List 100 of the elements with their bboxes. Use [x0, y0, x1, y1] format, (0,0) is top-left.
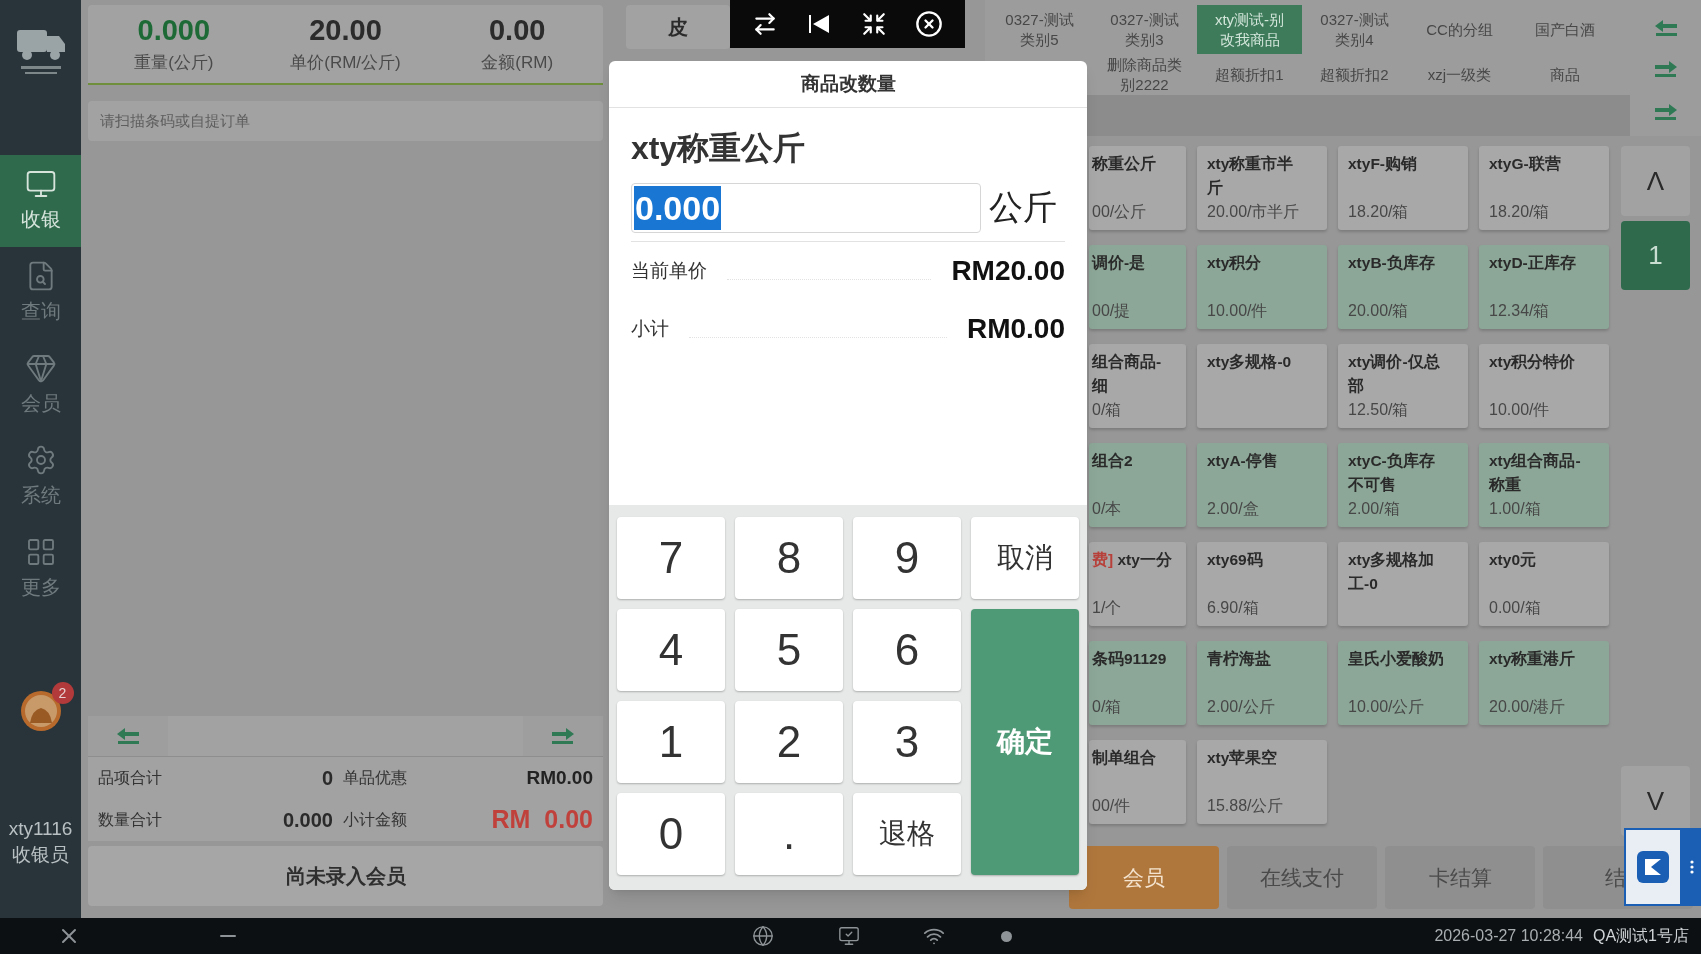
- category-tab[interactable]: 超额折扣2: [1302, 54, 1407, 95]
- keypad-key[interactable]: 4: [617, 609, 725, 691]
- product-card[interactable]: xty多规格加工-0: [1338, 542, 1468, 626]
- keypad-key[interactable]: 8: [735, 517, 843, 599]
- product-card[interactable]: 组合2 0/本: [1089, 443, 1186, 527]
- floating-widget[interactable]: [1624, 828, 1682, 906]
- confirm-button[interactable]: 确定: [971, 609, 1079, 875]
- product-price: 18.20/箱: [1348, 202, 1410, 222]
- category-tab[interactable]: xty测试-别改我商品: [1197, 5, 1302, 54]
- product-card[interactable]: 青柠海盐 2.00/公斤: [1197, 641, 1327, 725]
- sidebar-item[interactable]: 系统: [0, 431, 81, 523]
- product-price: 2.00/箱: [1348, 499, 1401, 519]
- category-tab[interactable]: 0327-测试类别3: [1092, 5, 1197, 54]
- keypad-key[interactable]: .: [735, 793, 843, 875]
- category-tab[interactable]: 0327-测试类别4: [1302, 5, 1407, 54]
- product-card[interactable]: xty称重市半斤 20.00/市半斤: [1197, 146, 1327, 230]
- product-name: xty多规格加工-0: [1348, 550, 1436, 594]
- product-card[interactable]: xty苹果空 15.88/公斤: [1197, 740, 1327, 824]
- product-card[interactable]: xtyF-购销 18.20/箱: [1338, 146, 1468, 230]
- product-price: 18.20/箱: [1489, 202, 1551, 222]
- keypad-key[interactable]: 退格: [853, 793, 961, 875]
- sidebar-item[interactable]: 会员: [0, 339, 81, 431]
- tare-button[interactable]: 皮: [626, 5, 730, 49]
- product-card[interactable]: 制单组合 00/件: [1089, 740, 1186, 824]
- category-tab[interactable]: 商品: [1512, 54, 1617, 95]
- product-price: 00/公斤: [1092, 202, 1148, 222]
- product-card[interactable]: xty69码 6.90/箱: [1197, 542, 1327, 626]
- keypad-key[interactable]: 取消: [971, 517, 1079, 599]
- stat-label: 重量(公斤): [134, 52, 214, 75]
- product-card[interactable]: xty积分特价 10.00/件: [1479, 344, 1609, 428]
- product-card[interactable]: xtyD-正库存 12.34/箱: [1479, 245, 1609, 329]
- keypad-key[interactable]: 5: [735, 609, 843, 691]
- stat-label: 金额(RM): [481, 52, 554, 75]
- product-card[interactable]: 皇氏小爱酸奶 10.00/公斤: [1338, 641, 1468, 725]
- product-name: xtyD-正库存: [1489, 253, 1577, 273]
- keypad-key[interactable]: 6: [853, 609, 961, 691]
- product-card[interactable]: 称重公斤 00/公斤: [1089, 146, 1186, 230]
- keypad-key[interactable]: 1: [617, 701, 725, 783]
- product-name: xty称重市半斤: [1207, 154, 1295, 198]
- globe-icon[interactable]: [752, 925, 774, 947]
- summary-amount: RM0.00: [526, 765, 593, 790]
- product-price: 10.00/件: [1207, 301, 1269, 321]
- category-tab[interactable]: 超额折扣1: [1197, 54, 1302, 95]
- keypad-key[interactable]: 0: [617, 793, 725, 875]
- product-card[interactable]: xty调价-仅总部 12.50/箱: [1338, 344, 1468, 428]
- monitor-icon[interactable]: [838, 925, 860, 947]
- product-card[interactable]: 条码91129 0/箱: [1089, 641, 1186, 725]
- product-card[interactable]: xtyC-负库存不可售 2.00/箱: [1338, 443, 1468, 527]
- sidebar-item[interactable]: 更多: [0, 523, 81, 615]
- product-name: xty0元: [1489, 550, 1538, 570]
- product-card[interactable]: xty组合商品-称重 1.00/箱: [1479, 443, 1609, 527]
- product-price: 00/件: [1092, 796, 1132, 816]
- action-button[interactable]: 会员: [1069, 846, 1219, 909]
- keypad-key[interactable]: 7: [617, 517, 725, 599]
- product-price: 2.00/公斤: [1207, 697, 1276, 717]
- close-icon[interactable]: [914, 10, 943, 38]
- widget-handle[interactable]: [1682, 828, 1701, 906]
- quantity-field[interactable]: 0.000: [631, 182, 981, 233]
- action-button[interactable]: 在线支付: [1227, 846, 1377, 909]
- product-name: 费] xty一分: [1092, 550, 1172, 570]
- summary-amount: RM 0.00: [491, 804, 593, 836]
- product-card[interactable]: xtyA-停售 2.00/盒: [1197, 443, 1327, 527]
- product-card[interactable]: xty称重港斤 20.00/港斤: [1479, 641, 1609, 725]
- product-card[interactable]: xty积分 10.00/件: [1197, 245, 1327, 329]
- keypad-key[interactable]: 9: [853, 517, 961, 599]
- product-name: 制单组合: [1092, 748, 1157, 768]
- product-card[interactable]: 费] xty一分 1/个: [1089, 542, 1186, 626]
- member-button[interactable]: 尚未录入会员: [88, 846, 603, 906]
- keypad-key[interactable]: 3: [853, 701, 961, 783]
- summary-label: 单品优惠: [343, 768, 407, 789]
- sidebar-item[interactable]: 收银: [0, 155, 81, 247]
- product-card[interactable]: xty多规格-0: [1197, 344, 1327, 428]
- product-price: 00/提: [1092, 301, 1132, 321]
- product-name: xty调价-仅总部: [1348, 352, 1441, 396]
- product-card[interactable]: 调价-是 00/提: [1089, 245, 1186, 329]
- category-tab[interactable]: xzj一级类: [1407, 54, 1512, 95]
- product-price: 2.00/盒: [1207, 499, 1260, 519]
- product-card[interactable]: xtyB-负库存 20.00/箱: [1338, 245, 1468, 329]
- product-price: 20.00/箱: [1348, 301, 1410, 321]
- category-tab[interactable]: 删除商品类别2222: [1092, 54, 1197, 95]
- product-name: 称重公斤: [1092, 154, 1157, 174]
- keypad-key[interactable]: 2: [735, 701, 843, 783]
- sidebar-item[interactable]: 查询: [0, 247, 81, 339]
- product-name: xty多规格-0: [1207, 352, 1293, 372]
- shrink-icon[interactable]: [860, 11, 887, 37]
- product-price: 0/箱: [1092, 697, 1123, 717]
- product-name: xtyC-负库存不可售: [1348, 451, 1436, 495]
- unit-label: 公斤: [989, 187, 1057, 228]
- product-price: 20.00/港斤: [1489, 697, 1567, 717]
- product-name: xty称重港斤: [1489, 649, 1577, 669]
- page-up-button[interactable]: Λ: [1621, 146, 1690, 216]
- category-tab[interactable]: CC的分组: [1407, 5, 1512, 54]
- category-tab[interactable]: 国产白酒: [1512, 5, 1617, 54]
- product-card[interactable]: xtyG-联营 18.20/箱: [1479, 146, 1609, 230]
- category-tab[interactable]: 0327-测试类别5: [987, 5, 1092, 54]
- product-card[interactable]: 组合商品-细 0/箱: [1089, 344, 1186, 428]
- product-price: 0/箱: [1092, 400, 1123, 420]
- right-arrow-icon: [550, 727, 576, 745]
- page-number-button[interactable]: 1: [1621, 221, 1690, 290]
- product-card[interactable]: xty0元 0.00/箱: [1479, 542, 1609, 626]
